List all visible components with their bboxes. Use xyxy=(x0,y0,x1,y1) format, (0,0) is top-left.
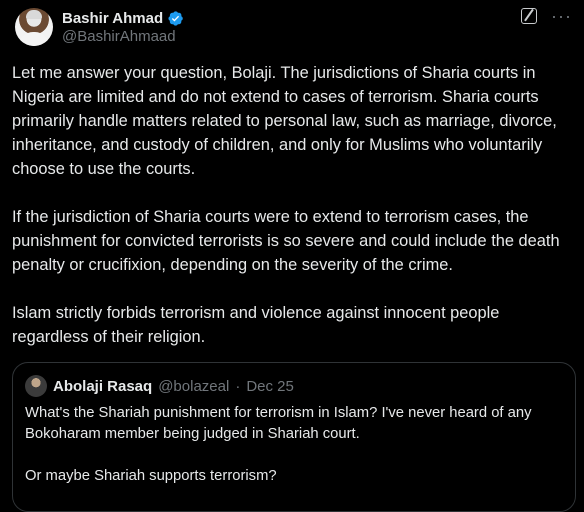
tweet-header: Bashir Ahmad @BashirAhmaad ··· xyxy=(12,6,572,50)
grok-icon[interactable] xyxy=(521,8,538,24)
tweet-paragraph: Islam strictly forbids terrorism and vio… xyxy=(12,304,500,346)
quoted-tweet-text: What's the Shariah punishment for terror… xyxy=(25,403,565,508)
tweet-text: Let me answer your question, Bolaji. The… xyxy=(12,61,574,373)
quoted-separator: · xyxy=(235,377,241,395)
quoted-date: Dec 25 xyxy=(246,377,294,395)
tweet-paragraph: Let me answer your question, Bolaji. The… xyxy=(12,64,557,178)
quoted-paragraph: What's the Shariah punishment for terror… xyxy=(25,405,532,442)
verified-badge-icon[interactable] xyxy=(167,10,184,27)
top-actions: ··· xyxy=(521,7,572,25)
quoted-author-name: Abolaji Rasaq xyxy=(53,377,153,395)
author-avatar[interactable] xyxy=(15,8,53,46)
quoted-author-avatar xyxy=(25,375,47,397)
author-display-name[interactable]: Bashir Ahmad xyxy=(62,10,163,27)
quoted-tweet[interactable]: Abolaji Rasaq @bolazeal · Dec 25 What's … xyxy=(12,362,576,512)
author-name-row: Bashir Ahmad xyxy=(62,10,184,27)
author-handle[interactable]: @BashirAhmaad xyxy=(62,28,176,45)
tweet-paragraph: If the jurisdiction of Sharia courts wer… xyxy=(12,208,560,274)
more-icon[interactable]: ··· xyxy=(551,7,572,25)
quoted-tweet-header: Abolaji Rasaq @bolazeal · Dec 25 xyxy=(25,375,294,397)
quoted-author-handle: @bolazeal xyxy=(158,377,230,395)
quoted-paragraph: Or maybe Shariah supports terrorism? xyxy=(25,468,277,484)
